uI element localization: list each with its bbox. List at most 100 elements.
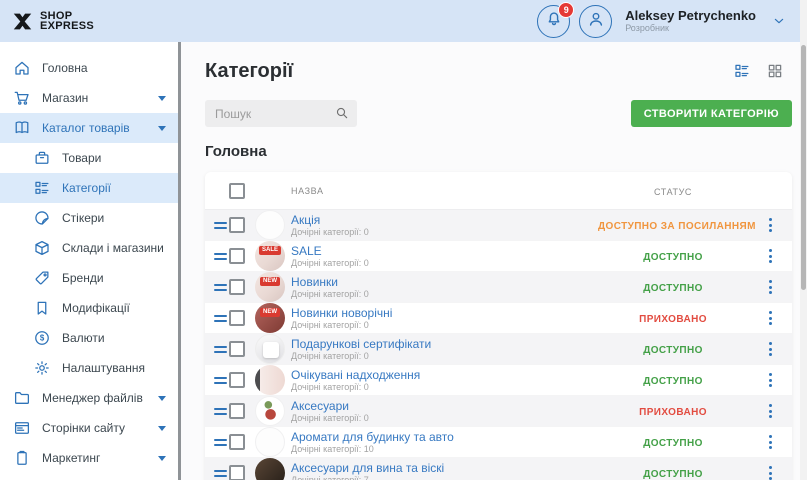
shop-express-logo[interactable]: SHOP EXPRESS xyxy=(12,11,94,32)
scrollbar-thumb[interactable] xyxy=(801,45,806,290)
sidebar-item[interactable]: Категорії xyxy=(0,173,178,203)
thumbnail-badge: NEW xyxy=(260,308,280,317)
category-thumbnail: NEW xyxy=(255,303,285,333)
user-menu[interactable]: Aleksey Petrychenko Розробник xyxy=(625,8,756,34)
table-row: Очікувані надходження Дочірні категорії:… xyxy=(205,365,792,396)
drag-handle-icon[interactable] xyxy=(212,435,229,450)
row-checkbox[interactable] xyxy=(229,434,245,450)
drag-handle-icon[interactable] xyxy=(212,342,229,357)
home-icon xyxy=(13,59,31,77)
drag-handle-icon[interactable] xyxy=(212,249,229,264)
products-icon xyxy=(33,149,51,167)
category-name-link[interactable]: SALE xyxy=(291,244,598,258)
row-checkbox[interactable] xyxy=(229,341,245,357)
row-checkbox[interactable] xyxy=(229,372,245,388)
app-window: SHOP EXPRESS 9 Aleksey Petrychenko Розро… xyxy=(0,0,807,480)
category-children-count: Дочірні категорії: 0 xyxy=(291,351,598,362)
category-name-link[interactable]: Аксесуари xyxy=(291,399,598,413)
page-title: Категорії xyxy=(205,60,293,83)
kebab-menu-icon[interactable] xyxy=(763,276,778,298)
drag-handle-icon[interactable] xyxy=(212,280,229,295)
chevron-down-icon xyxy=(158,456,166,465)
category-thumbnail xyxy=(255,210,285,240)
settings-icon xyxy=(33,359,51,377)
kebab-menu-icon[interactable] xyxy=(763,307,778,329)
category-name-link[interactable]: Новинки xyxy=(291,275,598,289)
sidebar-item[interactable]: Модифікації xyxy=(0,293,178,323)
status-badge: ДОСТУПНО xyxy=(643,345,703,356)
row-checkbox[interactable] xyxy=(229,248,245,264)
column-header-name: НАЗВА xyxy=(291,186,598,196)
avatar[interactable] xyxy=(579,5,612,38)
section-title: Головна xyxy=(205,143,792,160)
sidebar-item[interactable]: Налаштування xyxy=(0,353,178,383)
sidebar-item-label: Категорії xyxy=(62,181,111,195)
category-name-link[interactable]: Аксесуари для вина та віскі xyxy=(291,461,598,475)
sidebar-item[interactable]: Стікери xyxy=(0,203,178,233)
kebab-menu-icon[interactable] xyxy=(763,369,778,391)
kebab-menu-icon[interactable] xyxy=(763,431,778,453)
drag-handle-icon[interactable] xyxy=(212,466,229,480)
grid-view-icon[interactable] xyxy=(766,62,784,80)
page-scrollbar[interactable] xyxy=(800,0,807,480)
sidebar: Головна Магазин Каталог товарів Товари xyxy=(0,42,178,480)
sidebar-item[interactable]: Сторінки сайту xyxy=(0,413,178,443)
category-name-link[interactable]: Акція xyxy=(291,213,598,227)
category-name-link[interactable]: Аромати для будинку та авто xyxy=(291,430,598,444)
kebab-menu-icon[interactable] xyxy=(763,400,778,422)
kebab-menu-icon[interactable] xyxy=(763,245,778,267)
row-checkbox[interactable] xyxy=(229,279,245,295)
row-checkbox[interactable] xyxy=(229,310,245,326)
row-checkbox[interactable] xyxy=(229,403,245,419)
row-checkbox[interactable] xyxy=(229,465,245,480)
sidebar-item-label: Модифікації xyxy=(62,301,130,315)
modifications-icon xyxy=(33,299,51,317)
category-thumbnail xyxy=(255,396,285,426)
kebab-menu-icon[interactable] xyxy=(763,462,778,480)
status-badge: ДОСТУПНО xyxy=(643,469,703,480)
sidebar-item[interactable]: Бренди xyxy=(0,263,178,293)
sidebar-item-label: Менеджер файлів xyxy=(42,391,143,405)
sidebar-item[interactable]: $ Валюти xyxy=(0,323,178,353)
sidebar-item[interactable]: Маркетинг xyxy=(0,443,178,473)
sidebar-item[interactable]: Склади і магазини xyxy=(0,233,178,263)
chevron-down-icon[interactable] xyxy=(771,13,787,29)
sidebar-item[interactable]: Менеджер файлів xyxy=(0,383,178,413)
category-name-link[interactable]: Новинки новорічні xyxy=(291,306,598,320)
sidebar-item-label: Сторінки сайту xyxy=(42,421,125,435)
sidebar-item[interactable]: Головна xyxy=(0,53,178,83)
site-pages-icon xyxy=(13,419,31,437)
table-row: NEW Новинки Дочірні категорії: 0 ДОСТУПН… xyxy=(205,272,792,303)
sidebar-item-label: Валюти xyxy=(62,331,105,345)
status-badge: ДОСТУПНО xyxy=(643,376,703,387)
drag-handle-icon[interactable] xyxy=(212,311,229,326)
list-view-icon[interactable] xyxy=(733,62,751,80)
sidebar-item[interactable]: Каталог товарів xyxy=(0,113,178,143)
select-all-checkbox[interactable] xyxy=(229,183,245,199)
table-row: SALE SALE Дочірні категорії: 0 ДОСТУПНО xyxy=(205,241,792,272)
sidebar-item-label: Бренди xyxy=(62,271,104,285)
drag-handle-icon[interactable] xyxy=(212,404,229,419)
kebab-menu-icon[interactable] xyxy=(763,214,778,236)
status-badge: ДОСТУПНО xyxy=(643,283,703,294)
status-badge: ПРИХОВАНО xyxy=(639,407,707,418)
notifications-button[interactable]: 9 xyxy=(537,5,570,38)
sidebar-item-label: Головна xyxy=(42,61,88,75)
table-row: Аромати для будинку та авто Дочірні кате… xyxy=(205,427,792,458)
sidebar-item[interactable]: Магазин xyxy=(0,83,178,113)
kebab-menu-icon[interactable] xyxy=(763,338,778,360)
status-badge: ДОСТУПНО xyxy=(643,252,703,263)
catalog-icon xyxy=(13,119,31,137)
category-name-link[interactable]: Очікувані надходження xyxy=(291,368,598,382)
table-row: Аксесуари Дочірні категорії: 0 ПРИХОВАНО xyxy=(205,396,792,427)
sidebar-item-label: Склади і магазини xyxy=(62,241,164,255)
user-role: Розробник xyxy=(625,23,756,34)
category-name-link[interactable]: Подарункові сертифікати xyxy=(291,337,598,351)
drag-handle-icon[interactable] xyxy=(212,373,229,388)
drag-handle-icon[interactable] xyxy=(212,218,229,233)
row-checkbox[interactable] xyxy=(229,217,245,233)
categories-table: НАЗВА СТАТУС xyxy=(205,172,792,480)
top-header: SHOP EXPRESS 9 Aleksey Petrychenko Розро… xyxy=(0,0,807,42)
create-category-button[interactable]: СТВОРИТИ КАТЕГОРІЮ xyxy=(631,100,792,127)
sidebar-item[interactable]: Товари xyxy=(0,143,178,173)
